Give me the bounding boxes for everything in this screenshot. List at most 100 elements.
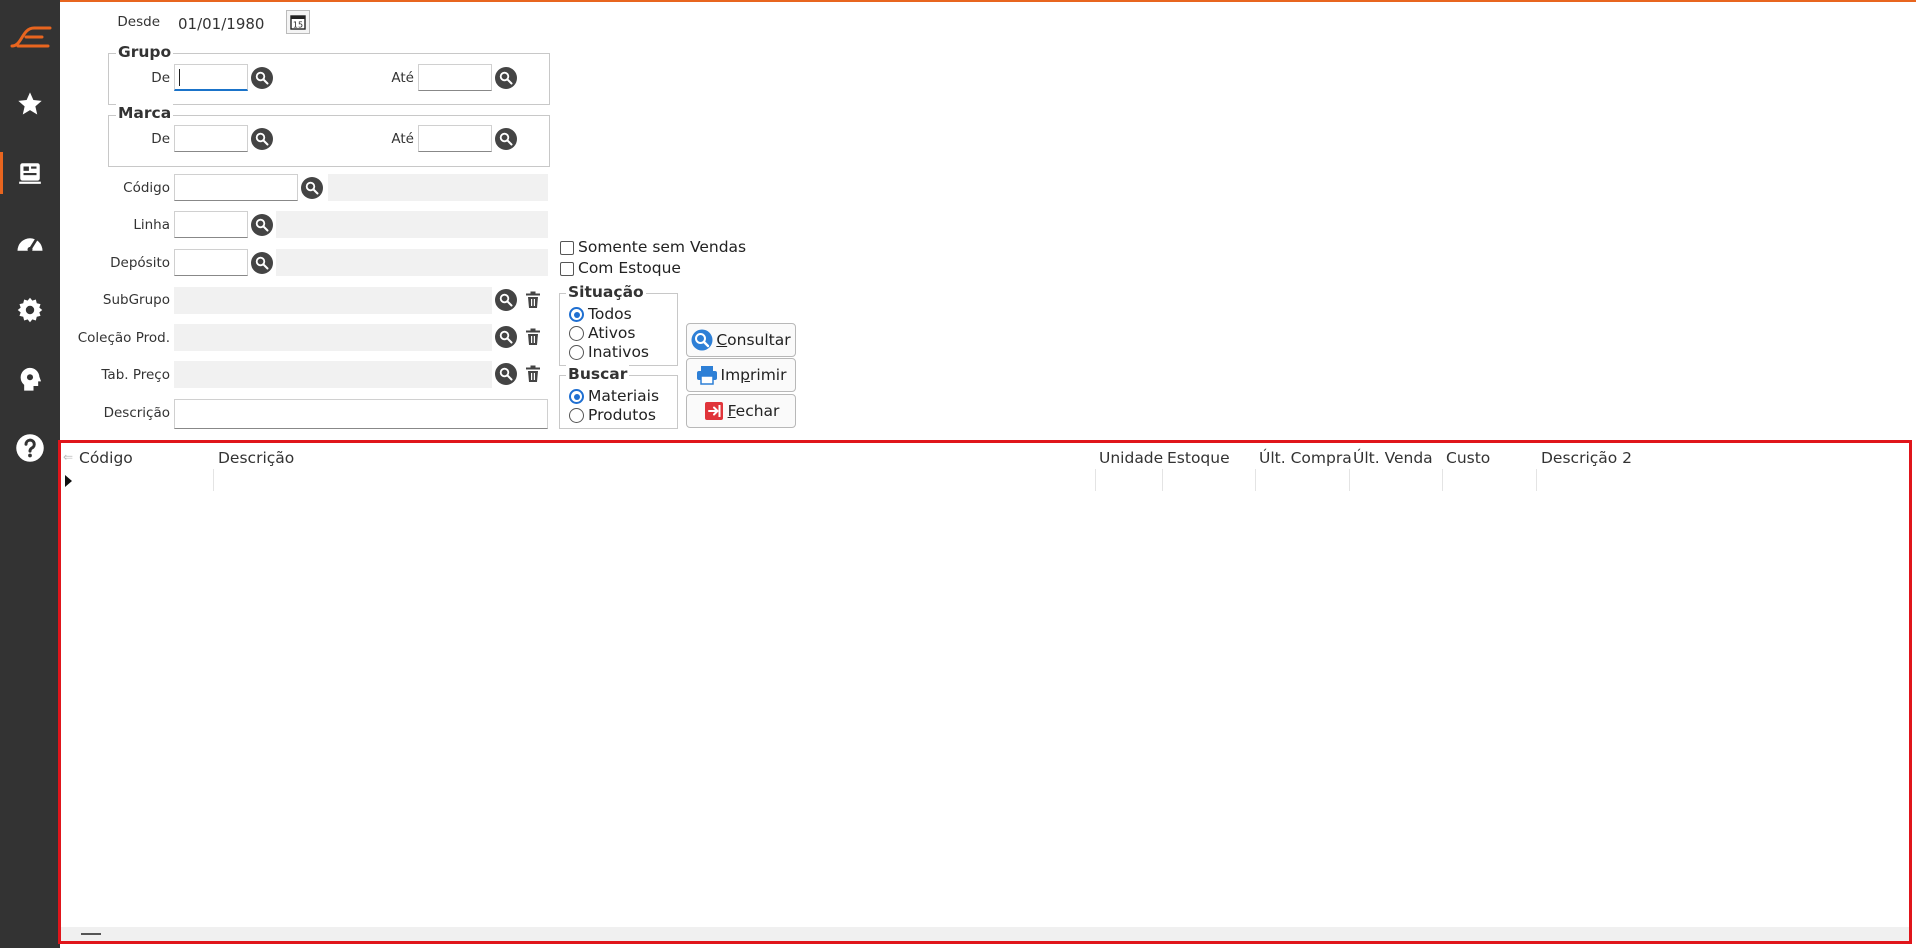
sidebar-active-indicator	[0, 152, 3, 194]
fechar-label: Fechar	[727, 402, 780, 420]
grid-header-custo[interactable]: Custo	[1446, 449, 1490, 467]
tabpreco-clear-trash-icon[interactable]	[524, 364, 542, 384]
grid-header-codigo[interactable]: Código	[79, 449, 133, 467]
marca-de-search-icon[interactable]	[251, 128, 273, 150]
consultar-search-icon	[691, 329, 713, 351]
descricao-label: Descrição	[103, 405, 170, 421]
grid-column-separator	[1162, 469, 1163, 491]
codigo-search-icon[interactable]	[301, 177, 323, 199]
linha-search-icon[interactable]	[251, 214, 273, 236]
calendar-icon[interactable]: 15	[286, 10, 310, 34]
results-grid[interactable]: ⇐ Código Descrição Unidade Estoque Últ. …	[58, 440, 1912, 944]
grid-column-separator	[1349, 469, 1350, 491]
situacao-todos-label[interactable]: Todos	[588, 305, 632, 323]
imprimir-label: Imprimir	[720, 366, 787, 384]
desde-date-input[interactable]: 01/01/1980	[174, 10, 288, 36]
registers-icon[interactable]	[14, 157, 46, 189]
grid-column-separator	[1255, 469, 1256, 491]
colecao-label: Coleção Prod.	[77, 330, 170, 346]
grid-footer-bar	[61, 927, 1909, 941]
consultar-button[interactable]: Consultar	[686, 323, 796, 357]
situacao-inativos-label[interactable]: Inativos	[588, 343, 649, 361]
imprimir-button[interactable]: Imprimir	[686, 358, 796, 392]
codigo-input[interactable]	[174, 174, 298, 201]
colecao-search-icon[interactable]	[495, 326, 517, 348]
linha-description-field	[276, 211, 548, 238]
support-head-icon[interactable]	[14, 363, 46, 395]
grid-column-separator	[1536, 469, 1537, 491]
buscar-materiais-label[interactable]: Materiais	[588, 387, 659, 405]
top-accent-line	[0, 0, 1916, 2]
footer-dash	[81, 933, 101, 935]
deposito-label: Depósito	[110, 255, 170, 271]
grid-header-descricao[interactable]: Descrição	[218, 449, 294, 467]
app-logo-icon[interactable]	[8, 20, 54, 52]
grid-header-descricao-2[interactable]: Descrição 2	[1541, 449, 1632, 467]
grid-header-ult-venda[interactable]: Últ. Venda	[1353, 449, 1433, 467]
situacao-todos-radio[interactable]	[569, 307, 584, 322]
grupo-ate-search-icon[interactable]	[495, 67, 517, 89]
text-cursor	[179, 69, 180, 86]
buscar-materiais-radio[interactable]	[569, 389, 584, 404]
somente-sem-vendas-label[interactable]: Somente sem Vendas	[578, 238, 746, 256]
settings-gear-icon[interactable]	[14, 294, 46, 326]
descricao-input[interactable]	[174, 399, 548, 429]
somente-sem-vendas-checkbox[interactable]	[560, 241, 574, 255]
current-row-indicator-icon	[65, 475, 72, 487]
grid-column-separator	[1442, 469, 1443, 491]
grid-column-separator	[1095, 469, 1096, 491]
buscar-produtos-radio[interactable]	[569, 408, 584, 423]
grupo-de-label: De	[151, 70, 170, 86]
subgrupo-search-icon[interactable]	[495, 289, 517, 311]
marca-ate-label: Até	[391, 131, 414, 147]
grupo-de-search-icon[interactable]	[251, 67, 273, 89]
codigo-label: Código	[123, 180, 170, 196]
subgrupo-field	[174, 287, 492, 314]
grupo-title: Grupo	[116, 43, 174, 61]
buscar-produtos-label[interactable]: Produtos	[588, 406, 656, 424]
situacao-ativos-label[interactable]: Ativos	[588, 324, 635, 342]
tabpreco-label: Tab. Preço	[101, 367, 170, 383]
grid-header-unidade[interactable]: Unidade	[1099, 449, 1163, 467]
colecao-clear-trash-icon[interactable]	[524, 327, 542, 347]
favorites-star-icon[interactable]	[14, 88, 46, 120]
grupo-ate-input[interactable]	[418, 64, 492, 91]
codigo-description-field	[328, 174, 548, 201]
grid-header-estoque[interactable]: Estoque	[1167, 449, 1230, 467]
com-estoque-checkbox[interactable]	[560, 262, 574, 276]
situacao-title: Situação	[566, 283, 646, 301]
tabpreco-field	[174, 361, 492, 388]
subgrupo-label: SubGrupo	[102, 292, 170, 308]
linha-input[interactable]	[174, 211, 248, 238]
deposito-search-icon[interactable]	[251, 252, 273, 274]
collapse-arrow-icon[interactable]: ⇐	[63, 450, 73, 464]
dashboard-gauge-icon[interactable]	[14, 226, 46, 258]
marca-de-label: De	[151, 131, 170, 147]
grupo-ate-label: Até	[391, 70, 414, 86]
marca-de-input[interactable]	[174, 125, 248, 152]
help-icon[interactable]	[14, 432, 46, 464]
desde-label: Desde	[117, 14, 160, 30]
consultar-label: Consultar	[716, 331, 791, 349]
sidebar	[0, 0, 60, 948]
situacao-ativos-radio[interactable]	[569, 326, 584, 341]
subgrupo-clear-trash-icon[interactable]	[524, 290, 542, 310]
colecao-field	[174, 324, 492, 351]
grid-column-separator	[213, 469, 214, 491]
deposito-description-field	[276, 249, 548, 276]
fechar-button[interactable]: Fechar	[686, 394, 796, 428]
printer-icon	[696, 364, 718, 386]
grid-header-ult-compra[interactable]: Últ. Compra	[1259, 449, 1352, 467]
exit-door-icon	[703, 400, 725, 422]
marca-ate-input[interactable]	[418, 125, 492, 152]
deposito-input[interactable]	[174, 249, 248, 276]
tabpreco-search-icon[interactable]	[495, 363, 517, 385]
linha-label: Linha	[133, 217, 170, 233]
situacao-inativos-radio[interactable]	[569, 345, 584, 360]
grupo-de-input[interactable]	[174, 64, 248, 91]
buscar-title: Buscar	[566, 365, 630, 383]
svg-text:15: 15	[293, 21, 303, 30]
com-estoque-label[interactable]: Com Estoque	[578, 259, 681, 277]
marca-title: Marca	[116, 104, 174, 122]
marca-ate-search-icon[interactable]	[495, 128, 517, 150]
